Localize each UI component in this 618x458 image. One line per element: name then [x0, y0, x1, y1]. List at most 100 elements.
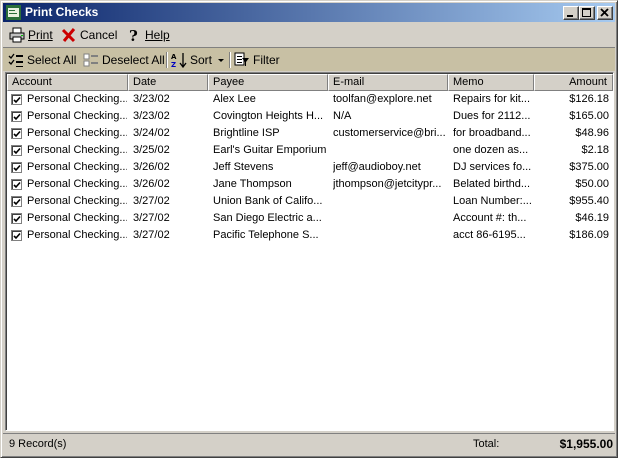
row-checkbox[interactable] [11, 196, 22, 207]
deselect-all-icon [83, 52, 99, 68]
maximize-icon [582, 8, 591, 17]
cell-account: Personal Checking... [27, 161, 127, 173]
cell-email [333, 210, 447, 227]
sort-button[interactable]: A Z Sort [171, 51, 212, 69]
row-checkbox[interactable] [11, 145, 22, 156]
svg-text:Z: Z [171, 61, 176, 68]
cell-account: Personal Checking... [27, 195, 127, 207]
select-all-icon [8, 52, 24, 68]
total-value: $1,955.00 [559, 437, 613, 451]
table-row[interactable]: Personal Checking... 3/27/02 Pacific Telep… [7, 227, 613, 244]
row-checkbox[interactable] [11, 128, 22, 139]
table-row[interactable]: Personal Checking... 3/27/02 San Diego Ele… [7, 210, 613, 227]
filter-button[interactable]: Filter [234, 51, 280, 69]
cell-memo: Belated birthd... [453, 178, 531, 190]
table-row[interactable]: Personal Checking... 3/23/02 Alex Lee toolf… [7, 91, 613, 108]
app-icon [6, 5, 21, 20]
svg-text:A: A [171, 53, 177, 61]
table-row[interactable]: Personal Checking... 3/26/02 Jeff Stevens j… [7, 159, 613, 176]
print-button[interactable]: Print [9, 26, 53, 44]
cell-date: 3/27/02 [133, 212, 170, 224]
cell-payee: Brightline ISP [213, 127, 280, 139]
cell-memo: Loan Number:... [453, 195, 532, 207]
select-all-button[interactable]: Select All [8, 51, 76, 69]
cell-email: jeff@audioboy.net [333, 161, 421, 173]
filter-label: Filter [253, 53, 280, 67]
cell-payee: Union Bank of Califo... [213, 195, 323, 207]
toolbar-separator [166, 52, 168, 68]
cell-memo: for broadband... [453, 127, 531, 139]
title-bar[interactable]: Print Checks [3, 3, 615, 22]
column-header-payee[interactable]: Payee [208, 74, 328, 91]
cell-memo: one dozen as... [453, 144, 529, 156]
cell-date: 3/25/02 [133, 144, 170, 156]
cell-email: jthompson@jetcitypr... [333, 178, 442, 190]
sort-dropdown-button[interactable] [217, 51, 225, 69]
table-row[interactable]: Personal Checking... 3/25/02 Earl's Guitar… [7, 142, 613, 159]
cell-memo: acct 86-6195... [453, 229, 526, 241]
checkmark-icon [13, 181, 21, 189]
question-mark-icon: ? [126, 27, 142, 45]
row-checkbox[interactable] [11, 94, 22, 105]
cell-amount: $46.19 [575, 212, 609, 224]
cell-date: 3/26/02 [133, 161, 170, 173]
status-bar: 9 Record(s) Total: $1,955.00 [3, 433, 615, 455]
cell-email [333, 142, 447, 159]
command-bar: Print Cancel ? Help [3, 23, 615, 47]
printer-icon [9, 27, 25, 43]
window-title: Print Checks [25, 5, 99, 19]
sort-label: Sort [190, 53, 213, 67]
cell-amount: $126.18 [569, 93, 609, 105]
rows-container: Personal Checking... 3/23/02 Alex Lee toolf… [7, 91, 613, 244]
cell-account: Personal Checking... [27, 127, 127, 139]
cell-amount: $955.40 [569, 195, 609, 207]
close-icon [600, 8, 609, 17]
checkmark-icon [13, 147, 21, 155]
minimize-button[interactable] [563, 6, 579, 20]
table-row[interactable]: Personal Checking... 3/26/02 Jane Thompson… [7, 176, 613, 193]
close-button[interactable] [597, 6, 613, 20]
cell-amount: $375.00 [569, 161, 609, 173]
cell-account: Personal Checking... [27, 229, 127, 241]
chevron-down-icon [217, 52, 225, 68]
total-label: Total: [473, 438, 500, 450]
column-header-account[interactable]: Account [7, 74, 128, 91]
cell-date: 3/27/02 [133, 195, 170, 207]
checks-list[interactable]: Account Date Payee E-mail Memo Amount Pe… [5, 72, 614, 431]
red-x-icon [61, 27, 77, 43]
row-checkbox[interactable] [11, 213, 22, 224]
checkmark-icon [13, 113, 21, 121]
cell-email [333, 193, 447, 210]
cell-memo: Repairs for kit... [453, 93, 531, 105]
column-header-memo[interactable]: Memo [448, 74, 534, 91]
table-row[interactable]: Personal Checking... 3/24/02 Brightline IS… [7, 125, 613, 142]
checkmark-icon [13, 198, 21, 206]
print-checks-window: Print Checks Print Cancel ? Help Select … [0, 0, 618, 458]
cell-memo: DJ services fo... [453, 161, 532, 173]
sort-az-icon: A Z [171, 52, 187, 69]
cell-date: 3/24/02 [133, 127, 170, 139]
checkmark-icon [13, 232, 21, 240]
column-header-email[interactable]: E-mail [328, 74, 448, 91]
column-header-date[interactable]: Date [128, 74, 208, 91]
cell-amount: $48.96 [575, 127, 609, 139]
table-row[interactable]: Personal Checking... 3/23/02 Covington Hei… [7, 108, 613, 125]
cell-account: Personal Checking... [27, 178, 127, 190]
row-checkbox[interactable] [11, 111, 22, 122]
deselect-all-button[interactable]: Deselect All [83, 51, 165, 69]
maximize-button[interactable] [579, 6, 595, 20]
cell-amount: $2.18 [581, 144, 609, 156]
checkmark-icon [13, 164, 21, 172]
column-header-row: Account Date Payee E-mail Memo Amount [7, 74, 613, 91]
cancel-button[interactable]: Cancel [61, 26, 117, 44]
table-row[interactable]: Personal Checking... 3/27/02 Union Bank of… [7, 193, 613, 210]
cell-account: Personal Checking... [27, 110, 127, 122]
cell-payee: Alex Lee [213, 93, 256, 105]
row-checkbox[interactable] [11, 230, 22, 241]
row-checkbox[interactable] [11, 179, 22, 190]
help-button[interactable]: ? Help [126, 26, 170, 45]
column-header-amount[interactable]: Amount [534, 74, 613, 91]
row-checkbox[interactable] [11, 162, 22, 173]
cell-amount: $186.09 [569, 229, 609, 241]
select-all-label: Select All [27, 53, 77, 67]
